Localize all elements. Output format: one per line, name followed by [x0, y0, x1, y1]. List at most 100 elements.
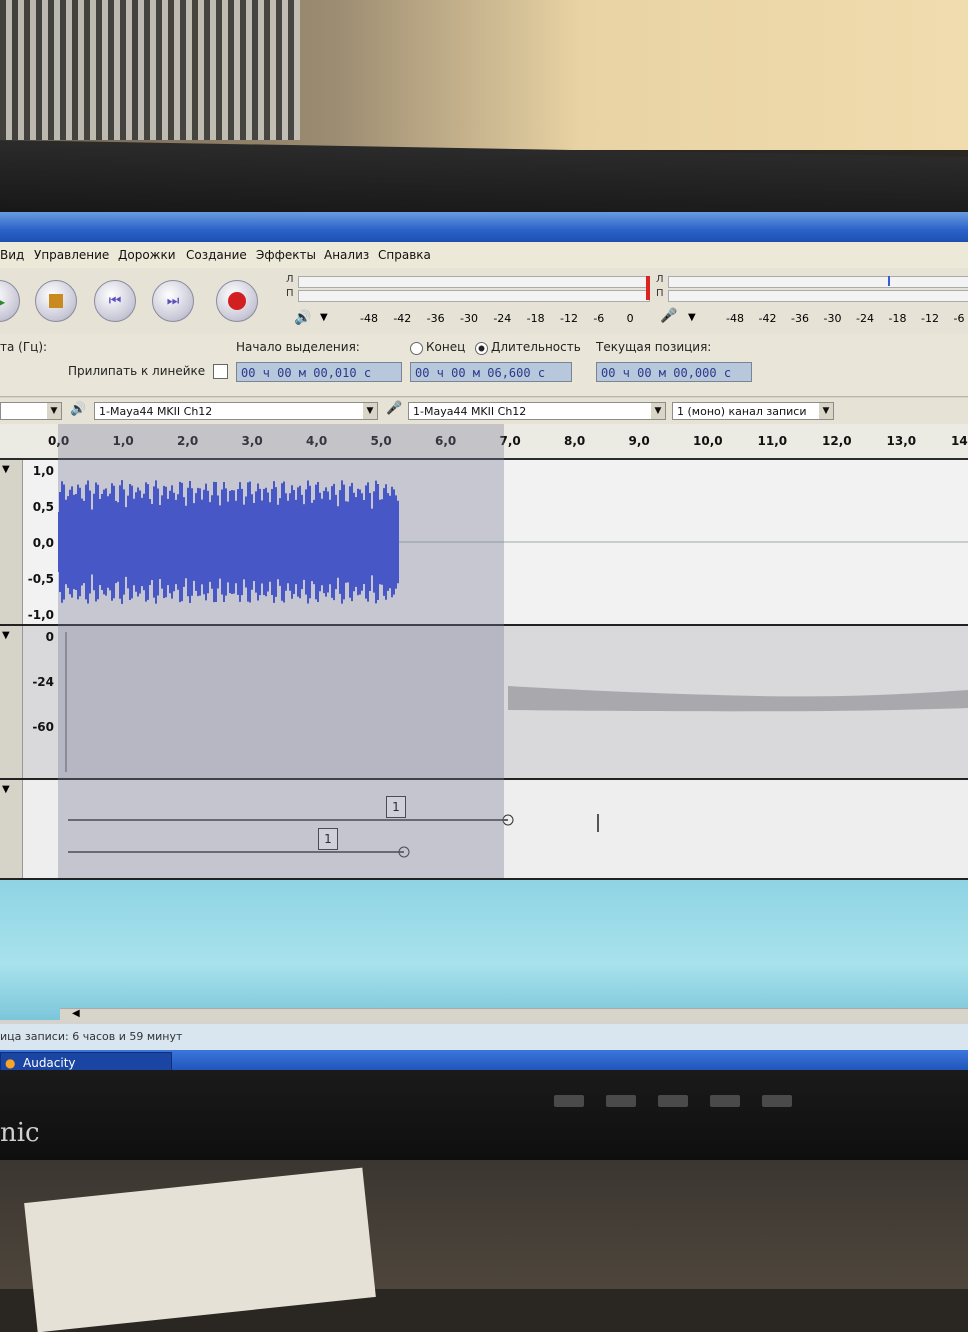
track-control-panel[interactable]: [0, 460, 23, 624]
length-label: Длительность: [491, 340, 581, 354]
track-menu-arrow[interactable]: ▼: [2, 630, 10, 641]
playback-meter-scale: -48 -42 -36 -30 -24 -18 -12 -6 0: [360, 312, 650, 326]
selection-start-field[interactable]: 00 ч 00 м 00,010 с: [236, 362, 402, 382]
y-axis-label: 0,5: [32, 500, 54, 514]
status-text: ица записи: 6 часов и 59 минут: [0, 1030, 183, 1043]
meter-scale-tick: -6: [953, 312, 965, 325]
snap-to-checkbox[interactable]: [213, 364, 228, 379]
menu-help[interactable]: Справка: [378, 248, 431, 262]
ruler-tick: 11,0: [757, 434, 788, 448]
y-axis-label: 1,0: [32, 464, 54, 478]
playback-meter-dropdown[interactable]: ▼: [320, 312, 328, 323]
skip-end-icon: ⏭: [166, 293, 180, 309]
monitor-button[interactable]: [606, 1095, 636, 1107]
microphone-icon[interactable]: 🎤: [660, 308, 677, 324]
level-meters: Л П Л П: [284, 274, 968, 304]
menu-transport[interactable]: Управление: [34, 248, 109, 262]
device-toolbar: ▼ 🔊 1-Maya44 MKII Ch12 ▼ 🎤 1-Maya44 MKII…: [0, 398, 968, 425]
recording-channels-value: 1 (моно) канал записи: [677, 405, 807, 418]
clip-indicator: [646, 276, 650, 300]
y-axis-label: 0: [45, 630, 54, 644]
microphone-icon: 🎤: [386, 401, 403, 416]
stop-button[interactable]: [35, 280, 77, 322]
record-peak-marker: [888, 276, 890, 286]
monitor-button[interactable]: [554, 1095, 584, 1107]
meter-scale-tick: -24: [493, 312, 512, 325]
transport-toolbar: ▶ ⏮ ⏭ Л П Л П 🔊 ▼ -48-42-36-30-24-: [0, 268, 968, 334]
meter-scale-tick: -12: [560, 312, 578, 325]
monitor-brand: nic: [0, 1118, 40, 1148]
record-meter-scale: -48 -42 -36 -30 -24 -18 -12 -6: [726, 312, 968, 326]
horizontal-scrollbar[interactable]: ◀: [60, 1008, 968, 1021]
meter-scale-tick: -42: [758, 312, 777, 325]
chevron-down-icon: ▼: [651, 403, 665, 419]
recording-device-select[interactable]: 1-Maya44 MKII Ch12 ▼: [408, 402, 666, 420]
y-axis-label: -1,0: [27, 608, 54, 622]
taskbar-audacity-button[interactable]: ● Audacity: [0, 1052, 172, 1072]
monitor-button[interactable]: [710, 1095, 740, 1107]
window-titlebar: [0, 212, 968, 242]
record-meter-r: [668, 290, 968, 302]
skip-to-start-button[interactable]: ⏮: [94, 280, 136, 322]
track-menu-arrow[interactable]: ▼: [2, 464, 10, 475]
menu-effects[interactable]: Эффекты: [256, 248, 316, 262]
speaker-icon[interactable]: 🔊: [294, 310, 311, 326]
skip-to-end-button[interactable]: ⏭: [152, 280, 194, 322]
scroll-left-icon[interactable]: ◀: [72, 1008, 80, 1019]
menu-view[interactable]: Вид: [0, 248, 24, 262]
meter-scale-tick: -30: [460, 312, 478, 325]
menu-analyze[interactable]: Анализ: [324, 248, 369, 262]
speaker-icon: 🔊: [70, 402, 87, 417]
selection-start-label: Начало выделения:: [236, 340, 360, 354]
selection-highlight: [58, 424, 504, 878]
background-equipment: [0, 0, 300, 140]
length-radio[interactable]: [475, 342, 488, 355]
track-control-panel[interactable]: [0, 626, 23, 778]
end-label: Конец: [426, 340, 466, 354]
chevron-down-icon: ▼: [363, 403, 377, 419]
selection-length-field[interactable]: 00 ч 00 м 06,600 с: [410, 362, 572, 382]
play-button[interactable]: ▶: [0, 280, 20, 322]
record-icon: [228, 292, 246, 310]
audio-position-field[interactable]: 00 ч 00 м 00,000 с: [596, 362, 752, 382]
menu-bar: Вид Управление Дорожки Создание Эффекты …: [0, 242, 968, 269]
ruler-tick: 12,0: [822, 434, 852, 448]
y-axis-label: -60: [32, 720, 54, 734]
recording-device-value: 1-Maya44 MKII Ch12: [413, 405, 527, 418]
db-y-axis: 0 -24 -60: [22, 626, 58, 778]
waveform-y-axis: 1,0 0,5 0,0 -0,5 -1,0: [22, 460, 58, 624]
record-meter-l: [668, 276, 968, 288]
playback-device-select[interactable]: 1-Maya44 MKII Ch12 ▼: [94, 402, 378, 420]
y-axis-label: -0,5: [27, 572, 54, 586]
host-select[interactable]: ▼: [0, 402, 62, 420]
meter-scale-tick: -24: [856, 312, 874, 325]
end-radio[interactable]: [410, 342, 423, 355]
chevron-down-icon: ▼: [47, 403, 61, 419]
snap-to-label: Прилипать к линейке: [68, 364, 206, 378]
selection-toolbar: та (Гц): Прилипать к линейке Начало выде…: [0, 334, 968, 397]
skip-start-icon: ⏮: [108, 293, 122, 309]
recording-channels-select[interactable]: 1 (моно) канал записи ▼: [672, 402, 834, 420]
playback-meter-l: [298, 276, 650, 288]
meter-scale-tick: -18: [526, 312, 545, 325]
audio-position-label: Текущая позиция:: [596, 340, 712, 354]
ruler-tick: 9,0: [628, 434, 650, 448]
menu-generate[interactable]: Создание: [186, 248, 247, 262]
project-rate-label: та (Гц):: [0, 340, 48, 354]
meter-scale-tick: -42: [393, 312, 412, 325]
y-axis-label: -24: [32, 675, 54, 689]
monitor-button[interactable]: [658, 1095, 688, 1107]
record-meter-right-label: П: [656, 288, 664, 299]
monitor-button[interactable]: [762, 1095, 792, 1107]
play-icon: ▶: [0, 292, 5, 311]
record-meter-dropdown[interactable]: ▼: [688, 312, 696, 323]
record-button[interactable]: [216, 280, 258, 322]
meter-scale-tick: 0: [626, 312, 634, 325]
stop-icon: [49, 294, 63, 308]
record-meter-left-label: Л: [656, 274, 664, 285]
track-menu-arrow[interactable]: ▼: [2, 784, 10, 795]
empty-track-area[interactable]: [0, 880, 968, 1020]
menu-tracks[interactable]: Дорожки: [118, 248, 176, 262]
meter-scale-tick: -6: [593, 312, 605, 325]
meter-scale-tick: -36: [426, 312, 445, 325]
